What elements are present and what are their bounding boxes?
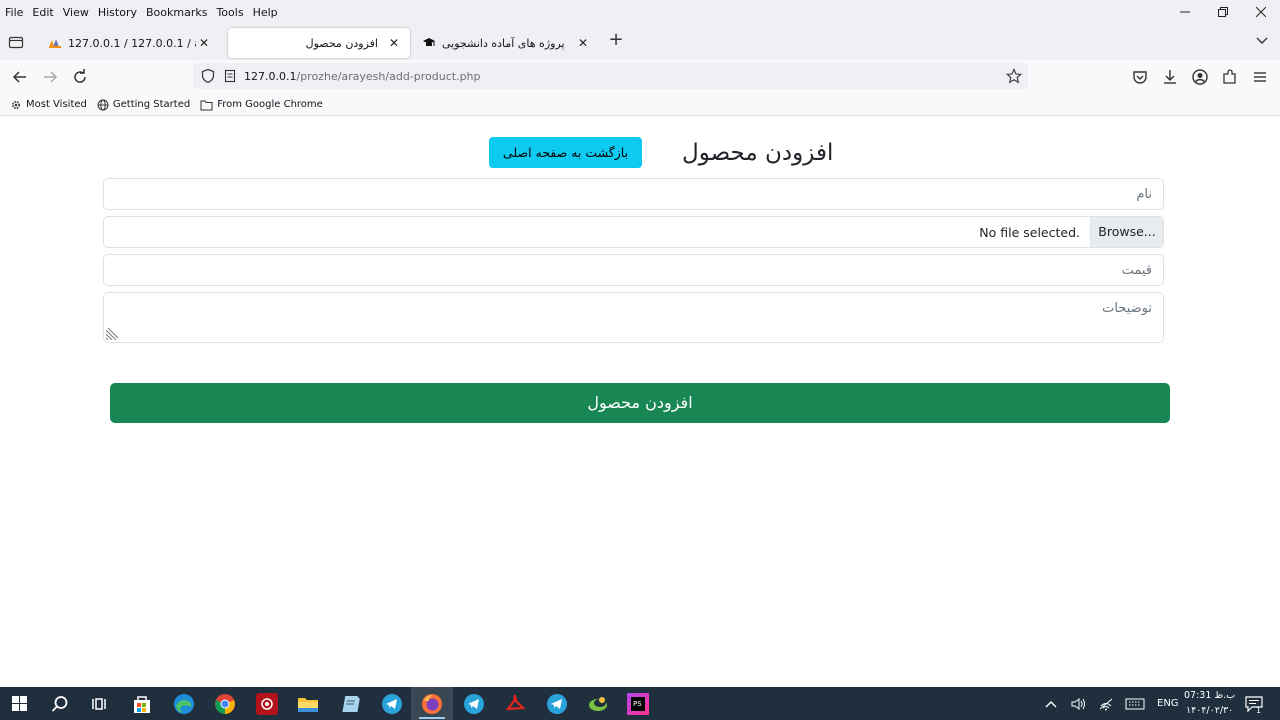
- description-textarea[interactable]: توضیحات: [103, 292, 1164, 343]
- close-icon: [1256, 7, 1266, 17]
- menu-bookmarks[interactable]: Bookmarks: [142, 6, 211, 19]
- price-placeholder: قیمت: [1121, 263, 1152, 278]
- telegram-icon[interactable]: [545, 692, 569, 716]
- hamburger-menu-icon[interactable]: [1251, 68, 1269, 86]
- task-view-icon[interactable]: [91, 696, 107, 712]
- tab-strip: 127.0.0.1 / 127.0.0.1 / arayeshi / ✕ افز…: [0, 24, 1280, 60]
- bookmark-label: Most Visited: [26, 99, 87, 110]
- search-icon[interactable]: [51, 695, 69, 713]
- firefox-icon[interactable]: [420, 692, 444, 716]
- input-language-indicator[interactable]: ENG: [1157, 698, 1179, 709]
- minimize-button[interactable]: [1166, 0, 1204, 24]
- chevron-up-icon[interactable]: [1045, 699, 1057, 709]
- acrobat-reader-icon[interactable]: [503, 692, 527, 716]
- globe-icon: [97, 99, 109, 110]
- phpstorm-icon[interactable]: PS: [627, 693, 649, 715]
- window-controls: [1166, 0, 1280, 24]
- wifi-icon[interactable]: [1098, 697, 1114, 711]
- tab-add-product[interactable]: افزودن محصول ✕: [228, 28, 410, 58]
- windows-taskbar: PS ENG 1: [0, 687, 1280, 720]
- taskbar-clock-time[interactable]: 07:31 ب.ظ: [1184, 690, 1235, 701]
- page-content: افزودن محصول بازگشت به صفحه اصلی نام No …: [0, 117, 1280, 687]
- image-file-input[interactable]: No file selected. Browse...: [103, 216, 1164, 248]
- menu-edit[interactable]: Edit: [28, 6, 57, 19]
- gear-icon: [11, 100, 21, 109]
- bookmark-label: From Google Chrome: [217, 99, 323, 110]
- name-input[interactable]: نام: [103, 178, 1164, 210]
- telegram-icon[interactable]: [462, 692, 486, 716]
- restore-button[interactable]: [1204, 0, 1242, 24]
- keyboard-icon[interactable]: [1125, 697, 1145, 711]
- shield-icon[interactable]: [200, 68, 216, 84]
- close-window-button[interactable]: [1242, 0, 1280, 24]
- add-product-submit-button[interactable]: افزودن محصول: [110, 383, 1170, 423]
- page-title: افزودن محصول: [682, 140, 834, 166]
- bookmark-label: Getting Started: [112, 99, 191, 110]
- back-to-home-button[interactable]: بازگشت به صفحه اصلی: [489, 137, 642, 168]
- microsoft-store-icon[interactable]: [130, 692, 154, 716]
- description-placeholder: توضیحات: [1102, 301, 1152, 316]
- chrome-browser-icon[interactable]: [213, 692, 237, 716]
- bookmark-star-icon[interactable]: [1006, 68, 1022, 84]
- menu-help[interactable]: Help: [249, 6, 282, 19]
- download-icon[interactable]: [1161, 68, 1179, 86]
- windows-start-icon[interactable]: [12, 696, 27, 711]
- taskbar-clock-date[interactable]: ۱۴۰۴/۰۲/۳۰: [1186, 705, 1233, 716]
- name-placeholder: نام: [1136, 187, 1152, 202]
- bookmark-most-visited[interactable]: Most Visited: [10, 99, 87, 111]
- file-status: No file selected.: [979, 225, 1080, 240]
- svg-text:PS: PS: [633, 700, 642, 708]
- file-explorer-icon[interactable]: [296, 692, 320, 716]
- url-path: /prozhe/arayesh/add-product.php: [296, 70, 481, 83]
- page-info-icon[interactable]: [223, 69, 237, 83]
- menu-history[interactable]: History: [94, 6, 141, 19]
- tab-close-icon[interactable]: ✕: [196, 36, 212, 50]
- bookmarks-bar: Most Visited Getting Started From Google…: [0, 94, 1280, 116]
- pocket-icon[interactable]: [1131, 68, 1149, 86]
- extensions-icon[interactable]: [1221, 68, 1239, 86]
- tab-title: افزودن محصول: [305, 36, 378, 50]
- notepad-app-icon[interactable]: [338, 692, 362, 716]
- tab-list-icon[interactable]: [8, 34, 24, 50]
- phpmyadmin-favicon-icon: [49, 39, 61, 48]
- url-host: 127.0.0.1: [244, 70, 297, 83]
- tab-student-projects[interactable]: پروژه های آماده دانشجویی ✕: [414, 28, 599, 58]
- volume-icon[interactable]: [1071, 697, 1087, 711]
- chevron-down-icon[interactable]: [1254, 32, 1270, 48]
- back-arrow-icon[interactable]: [11, 68, 29, 86]
- telegram-icon[interactable]: [380, 692, 404, 716]
- tab-close-icon[interactable]: ✕: [386, 36, 402, 50]
- notification-count: 1: [1256, 706, 1262, 715]
- menu-view[interactable]: View: [59, 6, 93, 19]
- tab-title: پروژه های آماده دانشجویی: [442, 36, 565, 50]
- firefox-running-indicator: [419, 717, 445, 719]
- folder-icon: [200, 100, 213, 110]
- minimize-icon: [1180, 11, 1190, 13]
- tab-phpmyadmin[interactable]: 127.0.0.1 / 127.0.0.1 / arayeshi / ✕: [40, 28, 220, 58]
- tab-title: 127.0.0.1 / 127.0.0.1 / arayeshi /: [68, 36, 196, 50]
- tab-close-icon[interactable]: ✕: [575, 36, 591, 50]
- graduation-cap-icon: [423, 38, 435, 46]
- url-text[interactable]: 127.0.0.1/prozhe/arayesh/add-product.php: [244, 70, 481, 83]
- bookmark-folder-google-chrome[interactable]: From Google Chrome: [200, 99, 323, 111]
- account-icon[interactable]: [1191, 68, 1209, 86]
- bookmark-getting-started[interactable]: Getting Started: [97, 99, 190, 111]
- app-red-icon[interactable]: [256, 693, 278, 715]
- edge-browser-icon[interactable]: [172, 692, 196, 716]
- restore-icon: [1218, 7, 1228, 17]
- url-bar[interactable]: 127.0.0.1/prozhe/arayesh/add-product.php: [193, 63, 1028, 89]
- new-tab-button[interactable]: +: [606, 30, 626, 50]
- forward-arrow-icon[interactable]: [41, 68, 59, 86]
- browse-button[interactable]: Browse...: [1090, 217, 1163, 247]
- menu-file[interactable]: File: [1, 6, 27, 19]
- eclipse-app-icon[interactable]: [586, 692, 610, 716]
- menu-bar: File Edit View History Bookmarks Tools H…: [0, 0, 1280, 24]
- menu-tools[interactable]: Tools: [212, 6, 247, 19]
- resize-grip-icon[interactable]: [106, 328, 118, 340]
- price-input[interactable]: قیمت: [103, 254, 1164, 286]
- reload-icon[interactable]: [71, 68, 89, 86]
